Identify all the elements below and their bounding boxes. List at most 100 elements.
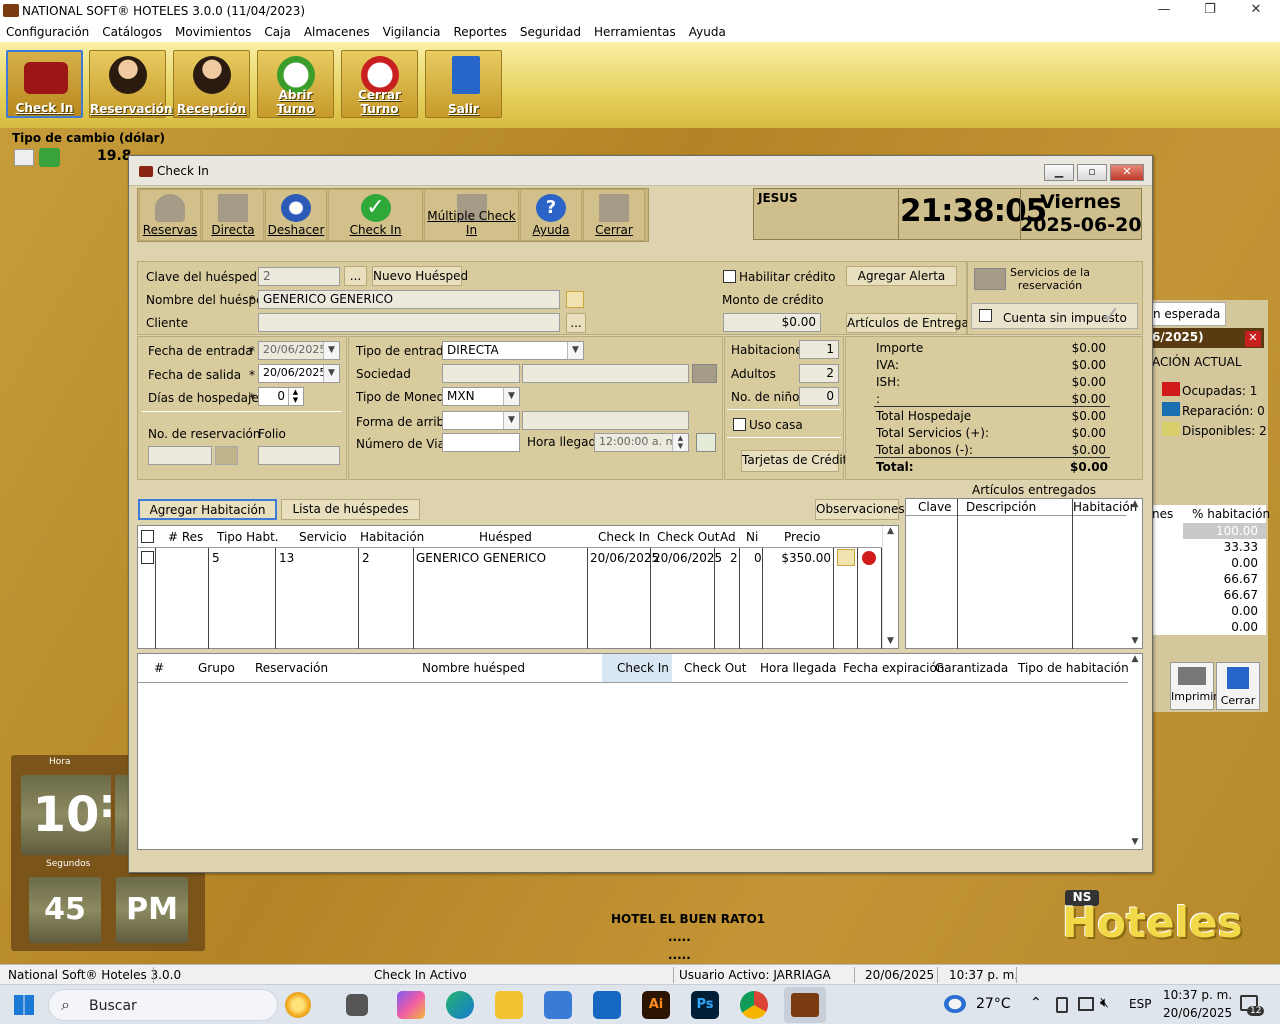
clock-plus-icon[interactable] — [696, 433, 716, 452]
dialog-minimize-button[interactable]: ▁ — [1044, 164, 1074, 181]
photoshop-icon[interactable]: Ps — [691, 991, 719, 1019]
chevron-down-icon[interactable]: ▼ — [323, 342, 339, 359]
task-view-icon[interactable] — [346, 994, 368, 1016]
select-all-checkbox[interactable] — [141, 530, 154, 543]
menu-ayuda[interactable]: Ayuda — [689, 25, 726, 39]
minimize-button[interactable]: — — [1144, 2, 1184, 17]
edit-pencil-icon[interactable] — [566, 291, 584, 308]
salir-ribbon-button[interactable]: Salir — [425, 50, 502, 118]
menu-almacenes[interactable]: Almacenes — [304, 25, 370, 39]
outlook-icon[interactable] — [593, 991, 621, 1019]
credit-cards-button[interactable]: Tarjetas de Crédito — [741, 450, 855, 472]
hoteles-app-icon[interactable] — [784, 987, 826, 1023]
abrir-turno-ribbon-button[interactable]: Abrir Turno — [257, 50, 334, 118]
edit-pencil-icon[interactable] — [837, 549, 855, 566]
menu-catalogos[interactable]: Catálogos — [102, 25, 162, 39]
arrival-mode-select[interactable]: ▼ — [442, 411, 520, 430]
col-header[interactable]: Garantizada — [935, 661, 1008, 675]
reservation-search-button[interactable] — [215, 446, 238, 465]
chevron-down-icon[interactable]: ▼ — [503, 412, 519, 429]
tab-guest-list[interactable]: Lista de huéspedes — [281, 499, 420, 520]
delivery-items-button[interactable]: Artículos de Entrega — [846, 313, 969, 333]
observations-button[interactable]: Observaciones — [815, 499, 905, 520]
chevron-down-icon[interactable]: ▼ — [503, 388, 519, 405]
chevron-down-icon[interactable]: ▼ — [567, 342, 583, 359]
weather-icon[interactable] — [944, 995, 966, 1013]
stepper-arrows-icon[interactable]: ▲ ▼ — [288, 388, 302, 405]
deshacer-tool-button[interactable]: Deshacer — [265, 189, 327, 241]
menu-herramientas[interactable]: Herramientas — [594, 25, 676, 39]
rooms-count-input[interactable]: 1 — [799, 340, 839, 359]
society-search-button[interactable] — [692, 364, 717, 383]
col-header[interactable]: Check In — [617, 661, 669, 675]
chevron-down-icon[interactable]: ▼ — [323, 365, 339, 382]
restore-button[interactable]: ❐ — [1190, 2, 1230, 17]
kids-count-input[interactable]: 0 — [799, 387, 839, 406]
chevron-up-icon[interactable]: ⌃ — [1030, 995, 1042, 1011]
print-button[interactable]: Imprimir — [1170, 662, 1218, 710]
entry-type-select[interactable]: DIRECTA ▼ — [442, 341, 584, 360]
menu-reportes[interactable]: Reportes — [453, 25, 506, 39]
rooms-table-scrollbar[interactable]: ▲ ▼ — [882, 526, 898, 648]
society-code-input[interactable] — [442, 364, 520, 383]
reservation-number-input[interactable] — [148, 446, 212, 465]
taskbar-search[interactable]: ⌕ Buscar — [48, 989, 311, 1021]
edge-icon[interactable] — [446, 991, 474, 1019]
directa-tool-button[interactable]: Directa — [202, 189, 264, 241]
tab-add-room[interactable]: Agregar Habitación — [138, 499, 277, 520]
guest-key-input[interactable]: 2 — [258, 267, 340, 286]
chrome-icon[interactable] — [740, 991, 768, 1019]
ayuda-tool-button[interactable]: ? Ayuda — [520, 189, 582, 241]
close-button[interactable]: ✕ — [1236, 2, 1276, 17]
refresh-icon[interactable] — [39, 148, 60, 167]
windows-start-icon[interactable] — [14, 995, 34, 1015]
menu-seguridad[interactable]: Seguridad — [520, 25, 581, 39]
temperature[interactable]: 27°C — [976, 996, 1011, 1012]
dialog-maximize-button[interactable]: ▫ — [1077, 164, 1107, 181]
enable-credit-checkbox[interactable] — [723, 270, 736, 283]
usb-icon[interactable] — [1056, 997, 1068, 1013]
folio-input[interactable] — [258, 446, 340, 465]
table-row[interactable]: 5 13 2 GENERICO GENERICO 20/06/2025 20/0… — [138, 548, 882, 568]
taskbar-date[interactable]: 20/06/2025 — [1163, 1006, 1232, 1020]
cerrar-turno-ribbon-button[interactable]: Cerrar Turno — [341, 50, 418, 118]
store-icon[interactable] — [544, 991, 572, 1019]
checkin-tool-button[interactable]: ✓ Check In — [328, 189, 423, 241]
adults-count-input[interactable]: 2 — [799, 364, 839, 383]
reservas-tool-button[interactable]: Reservas — [139, 189, 201, 241]
close-icon[interactable]: ✕ — [1245, 331, 1261, 347]
copilot-icon[interactable] — [397, 991, 425, 1019]
menu-configuracion[interactable]: Configuración — [6, 25, 89, 39]
client-search-button[interactable]: ... — [566, 313, 586, 333]
menu-caja[interactable]: Caja — [264, 25, 290, 39]
arrival-hour-input[interactable]: 12:00:00 a. m. ▲ ▼ — [594, 433, 689, 452]
menu-vigilancia[interactable]: Vigilancia — [383, 25, 441, 39]
bg-close-button[interactable]: Cerrar — [1216, 662, 1260, 710]
language-indicator[interactable]: ESP — [1129, 997, 1151, 1011]
tab-waiting[interactable]: n esperada — [1150, 302, 1226, 326]
col-header[interactable]: Fecha expiración — [843, 661, 944, 675]
credit-amount-input[interactable]: $0.00 — [723, 313, 821, 332]
network-icon[interactable] — [1078, 997, 1094, 1011]
add-alert-button[interactable]: Agregar Alerta — [846, 266, 957, 286]
no-tax-checkbox[interactable] — [979, 309, 992, 322]
currency-select[interactable]: MXN ▼ — [442, 387, 520, 406]
illustrator-icon[interactable]: Ai — [642, 991, 670, 1019]
guest-search-button[interactable]: ... — [344, 266, 367, 286]
cerrar-tool-button[interactable]: Cerrar — [583, 189, 645, 241]
exit-date-input[interactable]: 20/06/2025 ▼ — [258, 364, 340, 383]
entry-date-input[interactable]: 20/06/2025 ▼ — [258, 341, 340, 360]
home-use-checkbox[interactable] — [733, 418, 746, 431]
row-checkbox[interactable] — [141, 551, 154, 564]
recepcion-ribbon-button[interactable]: Recepción — [173, 50, 250, 118]
client-input[interactable] — [258, 313, 560, 332]
new-guest-button[interactable]: Nuevo Huésped — [372, 266, 468, 286]
col-header[interactable]: Hora llegada — [760, 661, 836, 675]
articles-table-scrollbar[interactable]: ▲ ▼ — [1127, 499, 1143, 648]
delete-icon[interactable] — [862, 551, 876, 565]
card-icon[interactable] — [14, 149, 34, 166]
stepper-arrows-icon[interactable]: ▲ ▼ — [672, 434, 688, 451]
menu-movimientos[interactable]: Movimientos — [175, 25, 251, 39]
reservacion-ribbon-button[interactable]: Reservación — [89, 50, 173, 118]
file-explorer-icon[interactable] — [495, 991, 523, 1019]
